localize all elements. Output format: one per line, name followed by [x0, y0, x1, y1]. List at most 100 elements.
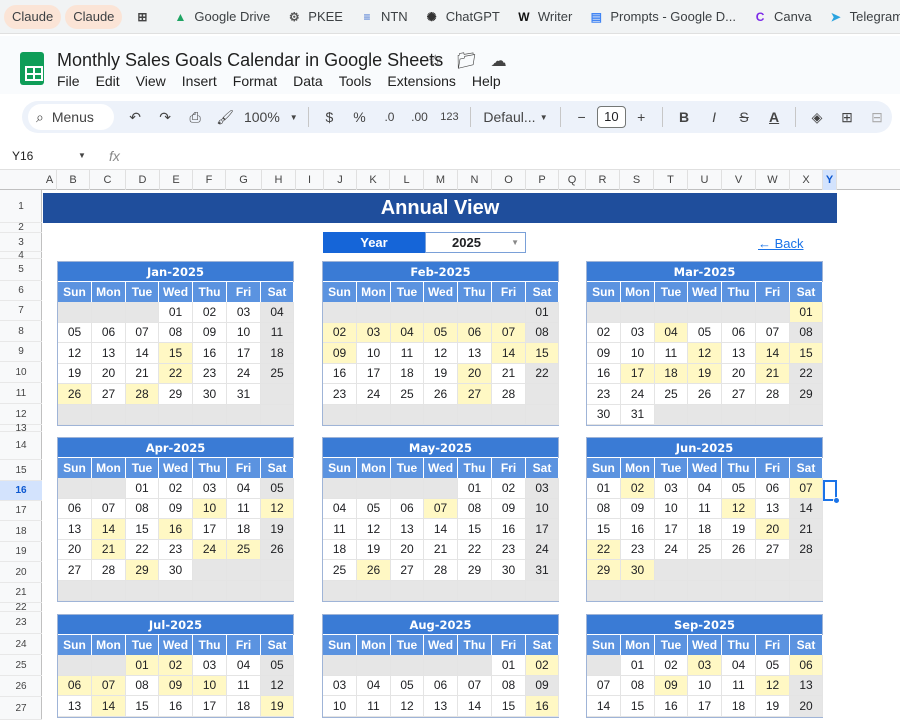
day-cell[interactable] [391, 655, 424, 676]
day-cell[interactable]: 09 [526, 675, 559, 696]
day-cell[interactable]: 05 [722, 478, 756, 499]
increase-decimal-button[interactable]: .00 [406, 105, 432, 129]
day-cell[interactable]: 09 [587, 343, 621, 364]
day-cell[interactable]: 05 [424, 322, 458, 343]
day-cell[interactable]: 19 [722, 519, 756, 540]
day-cell[interactable]: 17 [688, 696, 722, 717]
row-header-27[interactable]: 27 [0, 697, 42, 720]
day-cell[interactable] [391, 302, 424, 323]
day-cell[interactable]: 10 [323, 696, 357, 717]
day-cell[interactable]: 10 [357, 343, 391, 364]
day-cell[interactable]: 13 [58, 519, 92, 540]
day-cell[interactable]: 05 [261, 478, 294, 499]
day-cell[interactable]: 10 [227, 322, 261, 343]
day-cell[interactable]: 19 [424, 363, 458, 384]
row-header-22[interactable]: 22 [0, 602, 42, 613]
row-header-17[interactable]: 17 [0, 501, 42, 521]
day-cell[interactable]: 25 [688, 539, 722, 560]
day-cell[interactable]: 07 [492, 322, 526, 343]
column-header-r[interactable]: R [586, 170, 620, 190]
day-cell[interactable]: 27 [92, 384, 126, 405]
day-cell[interactable] [688, 302, 722, 323]
day-cell[interactable]: 13 [92, 343, 126, 364]
day-cell[interactable]: 19 [688, 363, 722, 384]
day-cell[interactable]: 21 [756, 363, 790, 384]
day-cell[interactable]: 30 [492, 560, 526, 581]
day-cell[interactable]: 08 [126, 498, 159, 519]
day-cell[interactable]: 28 [424, 560, 458, 581]
day-cell[interactable]: 09 [159, 498, 193, 519]
day-cell[interactable]: 20 [92, 363, 126, 384]
day-cell[interactable] [92, 404, 126, 425]
day-cell[interactable]: 03 [526, 478, 559, 499]
day-cell[interactable]: 14 [458, 696, 492, 717]
day-cell[interactable] [621, 302, 655, 323]
day-cell[interactable] [126, 580, 159, 601]
day-cell[interactable]: 08 [790, 322, 823, 343]
day-cell[interactable] [458, 655, 492, 676]
day-cell[interactable]: 26 [357, 560, 391, 581]
day-cell[interactable]: 17 [621, 363, 655, 384]
day-cell[interactable]: 13 [58, 696, 92, 717]
day-cell[interactable]: 29 [587, 560, 621, 581]
day-cell[interactable]: 26 [688, 384, 722, 405]
day-cell[interactable]: 12 [58, 343, 92, 364]
day-cell[interactable]: 08 [159, 322, 193, 343]
day-cell[interactable]: 11 [655, 343, 688, 364]
day-cell[interactable] [323, 404, 357, 425]
day-cell[interactable] [722, 404, 756, 425]
day-cell[interactable]: 15 [159, 343, 193, 364]
italic-icon[interactable]: I [701, 105, 727, 129]
row-header-2[interactable]: 2 [0, 222, 42, 233]
day-cell[interactable]: 23 [159, 539, 193, 560]
day-cell[interactable]: 30 [159, 560, 193, 581]
column-header-w[interactable]: W [756, 170, 790, 190]
column-header-g[interactable]: G [226, 170, 262, 190]
day-cell[interactable]: 04 [261, 302, 294, 323]
day-cell[interactable] [492, 302, 526, 323]
day-cell[interactable]: 07 [92, 498, 126, 519]
day-cell[interactable]: 17 [193, 696, 227, 717]
day-cell[interactable]: 07 [458, 675, 492, 696]
day-cell[interactable]: 19 [58, 363, 92, 384]
day-cell[interactable]: 29 [126, 560, 159, 581]
day-cell[interactable]: 16 [587, 363, 621, 384]
day-cell[interactable] [587, 655, 621, 676]
column-header-m[interactable]: M [424, 170, 458, 190]
day-cell[interactable]: 15 [126, 696, 159, 717]
day-cell[interactable]: 20 [391, 539, 424, 560]
day-cell[interactable]: 24 [526, 539, 559, 560]
menu-file[interactable]: File [57, 73, 87, 89]
day-cell[interactable]: 13 [756, 498, 790, 519]
day-cell[interactable]: 01 [458, 478, 492, 499]
day-cell[interactable]: 14 [424, 519, 458, 540]
day-cell[interactable]: 13 [722, 343, 756, 364]
day-cell[interactable]: 08 [526, 322, 559, 343]
day-cell[interactable]: 27 [58, 560, 92, 581]
day-cell[interactable]: 12 [722, 498, 756, 519]
day-cell[interactable]: 18 [227, 696, 261, 717]
day-cell[interactable] [58, 655, 92, 676]
day-cell[interactable]: 04 [722, 655, 756, 676]
day-cell[interactable]: 26 [58, 384, 92, 405]
day-cell[interactable] [357, 655, 391, 676]
percent-format-button[interactable]: % [346, 105, 372, 129]
day-cell[interactable]: 23 [193, 363, 227, 384]
font-select[interactable]: Defaul... ▼ [479, 105, 551, 129]
day-cell[interactable]: 04 [688, 478, 722, 499]
day-cell[interactable]: 25 [227, 539, 261, 560]
row-header-15[interactable]: 15 [0, 460, 42, 481]
column-header-b[interactable]: B [57, 170, 90, 190]
bookmark-2[interactable]: ⊞ [126, 5, 164, 29]
day-cell[interactable]: 03 [688, 655, 722, 676]
day-cell[interactable]: 09 [193, 322, 227, 343]
day-cell[interactable]: 01 [790, 302, 823, 323]
day-cell[interactable]: 18 [688, 519, 722, 540]
row-header-11[interactable]: 11 [0, 383, 42, 404]
day-cell[interactable]: 11 [391, 343, 424, 364]
day-cell[interactable]: 08 [621, 675, 655, 696]
day-cell[interactable] [261, 560, 294, 581]
day-cell[interactable]: 16 [159, 696, 193, 717]
day-cell[interactable]: 14 [126, 343, 159, 364]
borders-icon[interactable]: ⊞ [834, 105, 860, 129]
